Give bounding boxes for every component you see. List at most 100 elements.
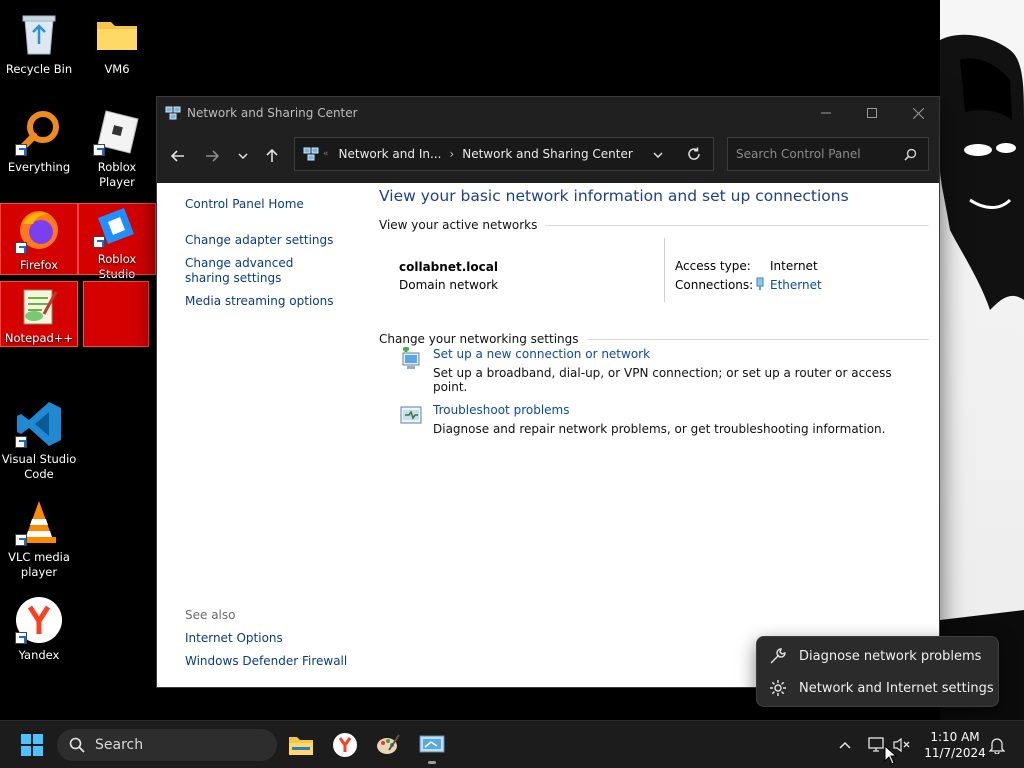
yandex-icon bbox=[333, 733, 357, 757]
content-area: Control Panel Home Change adapter settin… bbox=[157, 183, 939, 687]
nav-change-adapter-settings[interactable]: Change adapter settings bbox=[185, 233, 333, 248]
menu-item-network-settings[interactable]: Network and Internet settings bbox=[757, 672, 998, 704]
maximize-button[interactable] bbox=[849, 97, 895, 129]
desktop-icon-everything[interactable]: Everything bbox=[1, 106, 77, 175]
divider bbox=[586, 338, 929, 340]
shortcut-arrow-icon bbox=[15, 144, 27, 156]
main-pane: View your basic network information and … bbox=[379, 183, 929, 436]
palette-icon bbox=[377, 734, 400, 754]
network-location-icon bbox=[303, 147, 319, 161]
nav-control-panel-home[interactable]: Control Panel Home bbox=[185, 197, 304, 212]
breadcrumb-item[interactable]: Network and Sharing Center bbox=[462, 147, 633, 161]
shortcut-arrow-icon bbox=[15, 242, 27, 254]
desktop-icon-recycle-bin[interactable]: Recycle Bin bbox=[1, 8, 77, 77]
desktop-icon-label: Recycle Bin bbox=[5, 62, 73, 76]
everything-search-icon bbox=[13, 106, 65, 158]
bell-icon bbox=[989, 738, 1005, 754]
active-network-panel: collabnet.local Domain network Access ty… bbox=[379, 238, 929, 308]
desktop-icon-unnamed[interactable] bbox=[83, 281, 149, 347]
page-title: View your basic network information and … bbox=[379, 187, 849, 205]
desktop-icon-label: VM6 bbox=[104, 62, 130, 76]
close-button[interactable] bbox=[895, 97, 941, 129]
desktop-icon-notepad-plus-plus[interactable]: Notepad++ bbox=[0, 281, 78, 347]
desktop-icon-vscode[interactable]: Visual Studio Code bbox=[1, 398, 77, 482]
refresh-icon[interactable] bbox=[687, 147, 701, 161]
change-settings-heading: Change your networking settings bbox=[379, 332, 929, 346]
windows-logo-icon bbox=[21, 734, 43, 756]
network-name: collabnet.local bbox=[399, 260, 498, 274]
nav-windows-defender-firewall[interactable]: Windows Defender Firewall bbox=[185, 654, 347, 669]
desktop-icon-yandex[interactable]: Yandex bbox=[1, 594, 77, 663]
taskbar-file-explorer[interactable] bbox=[285, 729, 317, 761]
setup-new-connection-link[interactable]: Set up a new connection or network bbox=[433, 347, 929, 362]
breadcrumb-item[interactable]: Network and In... bbox=[339, 147, 442, 161]
task-new-connection: Set up a new connection or network Set u… bbox=[399, 347, 929, 394]
change-settings-label: Change your networking settings bbox=[379, 332, 579, 346]
yandex-icon bbox=[13, 594, 65, 646]
desktop-icon-vm6[interactable]: VM6 bbox=[79, 8, 155, 77]
troubleshoot-problems-description: Diagnose and repair network problems, or… bbox=[433, 422, 886, 436]
minimize-icon bbox=[821, 112, 831, 114]
vscode-icon bbox=[13, 398, 65, 450]
menu-item-label: Diagnose network problems bbox=[799, 648, 982, 664]
minimize-button[interactable] bbox=[803, 97, 849, 129]
navigation-bar: « Network and In... › Network and Sharin… bbox=[157, 129, 939, 183]
up-button[interactable] bbox=[257, 141, 287, 171]
ethernet-icon bbox=[756, 277, 764, 290]
desktop-icon-roblox-studio[interactable]: Roblox Studio bbox=[78, 203, 156, 281]
troubleshoot-problems-link[interactable]: Troubleshoot problems bbox=[433, 403, 885, 418]
taskbar-control-panel[interactable] bbox=[416, 729, 448, 764]
active-networks-label: View your active networks bbox=[379, 218, 538, 232]
close-icon bbox=[912, 107, 924, 119]
recent-locations-button[interactable] bbox=[228, 141, 258, 171]
show-hidden-icons-button[interactable] bbox=[829, 729, 861, 761]
nav-change-advanced-sharing[interactable]: Change advanced sharing settings bbox=[185, 256, 335, 286]
roblox-studio-icon bbox=[91, 204, 143, 250]
desktop-icon-roblox-player[interactable]: Roblox Player bbox=[79, 106, 155, 190]
shortcut-arrow-icon bbox=[15, 534, 27, 546]
taskbar-yandex[interactable] bbox=[329, 729, 361, 761]
desktop-icon-label: VLC media player bbox=[8, 550, 70, 579]
search-control-panel[interactable] bbox=[727, 137, 929, 171]
title-bar[interactable]: Network and Sharing Center bbox=[157, 97, 939, 129]
desktop-icon-label: Everything bbox=[7, 160, 71, 174]
forward-button[interactable] bbox=[197, 141, 227, 171]
back-arrow-icon bbox=[171, 150, 184, 162]
ethernet-connection-link[interactable]: Ethernet bbox=[770, 278, 822, 293]
recycle-bin-icon bbox=[13, 8, 65, 60]
vlc-icon bbox=[13, 496, 65, 548]
desktop-icon-label: Roblox Studio bbox=[97, 252, 137, 281]
taskbar-search[interactable]: Search bbox=[57, 729, 277, 761]
notifications-button[interactable] bbox=[981, 729, 1013, 761]
address-bar[interactable]: « Network and In... › Network and Sharin… bbox=[294, 137, 714, 171]
gear-icon bbox=[770, 680, 786, 696]
address-dropdown-icon[interactable] bbox=[653, 152, 663, 158]
menu-item-diagnose-network[interactable]: Diagnose network problems bbox=[757, 640, 998, 672]
wallpaper-photo bbox=[940, 0, 1024, 720]
access-type-value: Internet bbox=[770, 259, 818, 273]
active-networks-heading: View your active networks bbox=[379, 218, 929, 232]
running-indicator bbox=[428, 761, 436, 764]
maximize-icon bbox=[867, 108, 877, 118]
setup-new-connection-description: Set up a broadband, dial-up, or VPN conn… bbox=[432, 366, 892, 394]
forward-arrow-icon bbox=[206, 150, 219, 162]
shortcut-arrow-icon bbox=[93, 236, 105, 248]
desktop-icon-vlc[interactable]: VLC media player bbox=[1, 496, 77, 580]
desktop-icon-label: Notepad++ bbox=[4, 331, 74, 345]
wallpaper-portrait-graphic bbox=[940, 34, 1024, 720]
desktop-icon-firefox[interactable]: Firefox bbox=[0, 203, 78, 275]
control-panel-icon bbox=[419, 735, 445, 753]
taskbar-paint-app[interactable] bbox=[372, 729, 404, 761]
up-arrow-icon bbox=[266, 149, 278, 162]
nav-media-streaming-options[interactable]: Media streaming options bbox=[185, 294, 333, 309]
taskbar: Search 1:10 AM 11/7/2024 bbox=[0, 720, 1024, 768]
connections-label: Connections: bbox=[675, 278, 754, 292]
nav-internet-options[interactable]: Internet Options bbox=[185, 631, 283, 646]
desktop-icon-label: Roblox Player bbox=[97, 160, 137, 189]
start-button[interactable] bbox=[16, 729, 48, 761]
access-type-label: Access type: bbox=[675, 259, 751, 273]
shortcut-arrow-icon bbox=[15, 436, 27, 448]
search-input[interactable] bbox=[736, 147, 896, 161]
desktop-icon-label: Yandex bbox=[18, 648, 60, 662]
back-button[interactable] bbox=[163, 141, 193, 171]
